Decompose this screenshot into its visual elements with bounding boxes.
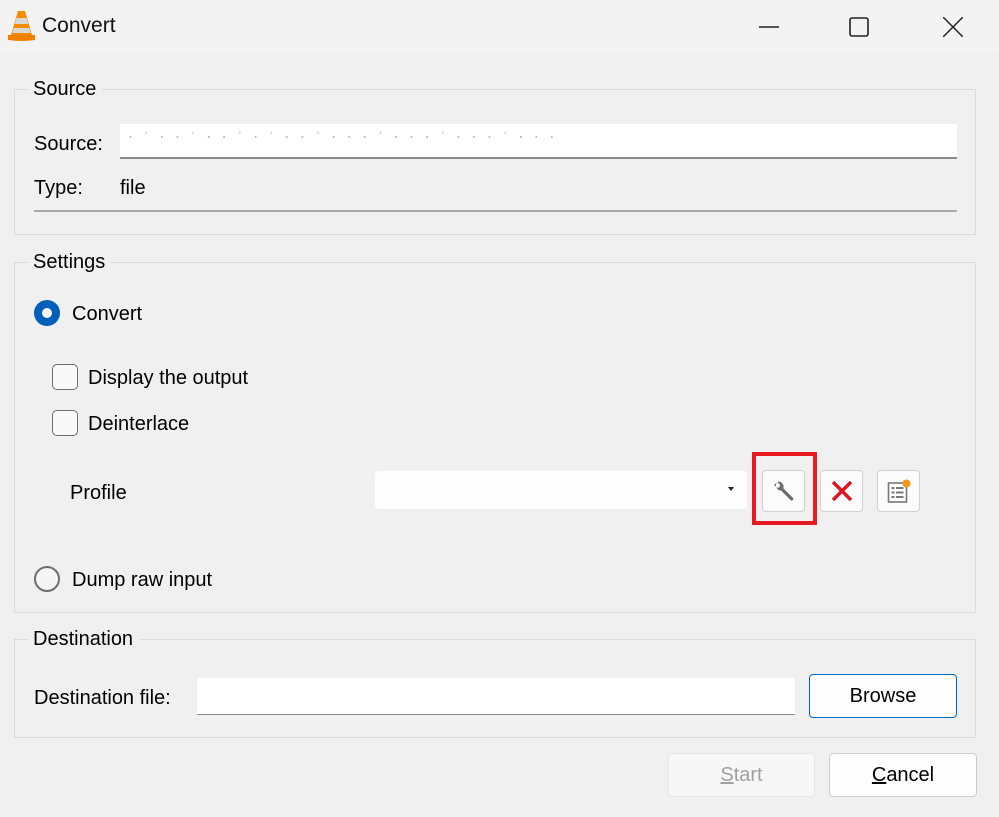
- close-button[interactable]: [930, 0, 976, 54]
- window-title: Convert: [42, 14, 116, 37]
- settings-group-label: Settings: [28, 250, 112, 274]
- vlc-cone-icon: [8, 11, 35, 41]
- minimize-icon: [759, 26, 779, 28]
- profile-select[interactable]: [375, 471, 747, 509]
- destination-group-label: Destination: [28, 627, 140, 651]
- settings-group: Settings: [14, 250, 976, 613]
- start-mnemonic: S: [720, 764, 734, 786]
- destination-file-label: Destination file:: [34, 687, 171, 709]
- display-output-checkbox[interactable]: [52, 364, 78, 390]
- minimize-button[interactable]: [746, 0, 792, 54]
- start-label: tart: [733, 764, 763, 786]
- title-bar: Convert: [0, 0, 999, 54]
- cancel-button[interactable]: Cancel: [829, 753, 977, 797]
- dump-raw-label[interactable]: Dump raw input: [72, 568, 212, 592]
- source-divider: [34, 210, 957, 212]
- maximize-button[interactable]: [836, 0, 882, 54]
- cancel-label: ancel: [886, 764, 935, 786]
- display-output-label[interactable]: Display the output: [88, 366, 248, 390]
- delete-profile-button[interactable]: [820, 470, 863, 512]
- close-icon: [943, 17, 963, 37]
- profile-label: Profile: [70, 482, 127, 504]
- convert-radio[interactable]: [34, 300, 60, 326]
- destination-file-input[interactable]: [197, 678, 795, 715]
- source-group-label: Source: [28, 77, 103, 101]
- source-value: ‧ ˈ ‧ ‧ ˈ ‧ ‧ ˈ ‧ ˈ ‧ ‧ ˈ ‧ ‧ ‧ ˈ ‧ ‧ ‧ …: [128, 130, 558, 147]
- red-x-icon: [831, 480, 853, 502]
- deinterlace-label[interactable]: Deinterlace: [88, 412, 189, 436]
- deinterlace-checkbox[interactable]: [52, 410, 78, 436]
- start-button[interactable]: Start: [668, 753, 815, 797]
- edit-profile-button[interactable]: [762, 470, 805, 512]
- dump-raw-radio[interactable]: [34, 566, 60, 592]
- maximize-icon: [849, 17, 869, 37]
- cancel-mnemonic: C: [871, 764, 887, 786]
- new-profile-button[interactable]: [877, 470, 920, 512]
- source-label: Source:: [34, 133, 103, 155]
- source-group: Source: [14, 77, 976, 235]
- browse-button[interactable]: Browse: [809, 674, 957, 718]
- source-input[interactable]: ‧ ˈ ‧ ‧ ˈ ‧ ‧ ˈ ‧ ˈ ‧ ‧ ˈ ‧ ‧ ‧ ˈ ‧ ‧ ‧ …: [120, 124, 957, 159]
- convert-radio-label[interactable]: Convert: [72, 302, 142, 326]
- dropdown-arrow-icon: [728, 487, 734, 491]
- new-list-icon: [887, 479, 911, 503]
- type-label: Type:: [34, 177, 83, 199]
- type-value: file: [120, 177, 146, 199]
- wrench-icon: [774, 481, 794, 501]
